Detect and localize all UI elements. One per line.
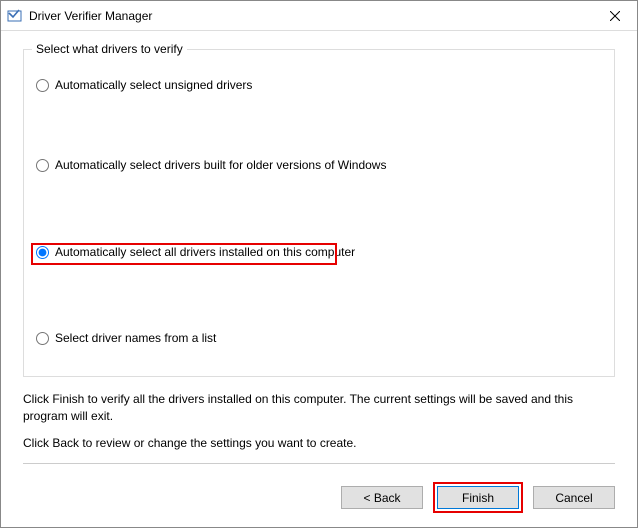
button-row: < Back Finish Cancel xyxy=(1,472,637,525)
close-button[interactable] xyxy=(593,1,637,31)
info-line-2: Click Back to review or change the setti… xyxy=(23,435,615,452)
radio-label: Automatically select all drivers install… xyxy=(55,245,355,259)
cancel-button[interactable]: Cancel xyxy=(533,486,615,509)
option-select-from-list[interactable]: Select driver names from a list xyxy=(36,329,602,347)
content-area: Select what drivers to verify Automatica… xyxy=(1,31,637,472)
radio-label: Automatically select unsigned drivers xyxy=(55,78,252,92)
fieldset-legend: Select what drivers to verify xyxy=(32,42,187,56)
radio-label: Automatically select drivers built for o… xyxy=(55,158,386,172)
option-unsigned-drivers[interactable]: Automatically select unsigned drivers xyxy=(36,76,602,94)
separator xyxy=(23,463,615,464)
radio-label: Select driver names from a list xyxy=(55,331,216,345)
window-title: Driver Verifier Manager xyxy=(29,9,593,23)
radio-all-drivers[interactable] xyxy=(36,246,49,259)
titlebar: Driver Verifier Manager xyxy=(1,1,637,31)
drivers-fieldset: Select what drivers to verify Automatica… xyxy=(23,49,615,377)
radio-unsigned[interactable] xyxy=(36,79,49,92)
info-line-1: Click Finish to verify all the drivers i… xyxy=(23,391,615,425)
finish-button[interactable]: Finish xyxy=(437,486,519,509)
back-button[interactable]: < Back xyxy=(341,486,423,509)
radio-from-list[interactable] xyxy=(36,332,49,345)
radio-older-windows[interactable] xyxy=(36,159,49,172)
option-all-drivers[interactable]: Automatically select all drivers install… xyxy=(36,243,602,261)
app-icon xyxy=(7,8,23,24)
highlight-annotation-finish: Finish xyxy=(433,482,523,513)
option-older-windows-drivers[interactable]: Automatically select drivers built for o… xyxy=(36,156,602,174)
info-text: Click Finish to verify all the drivers i… xyxy=(23,391,615,451)
